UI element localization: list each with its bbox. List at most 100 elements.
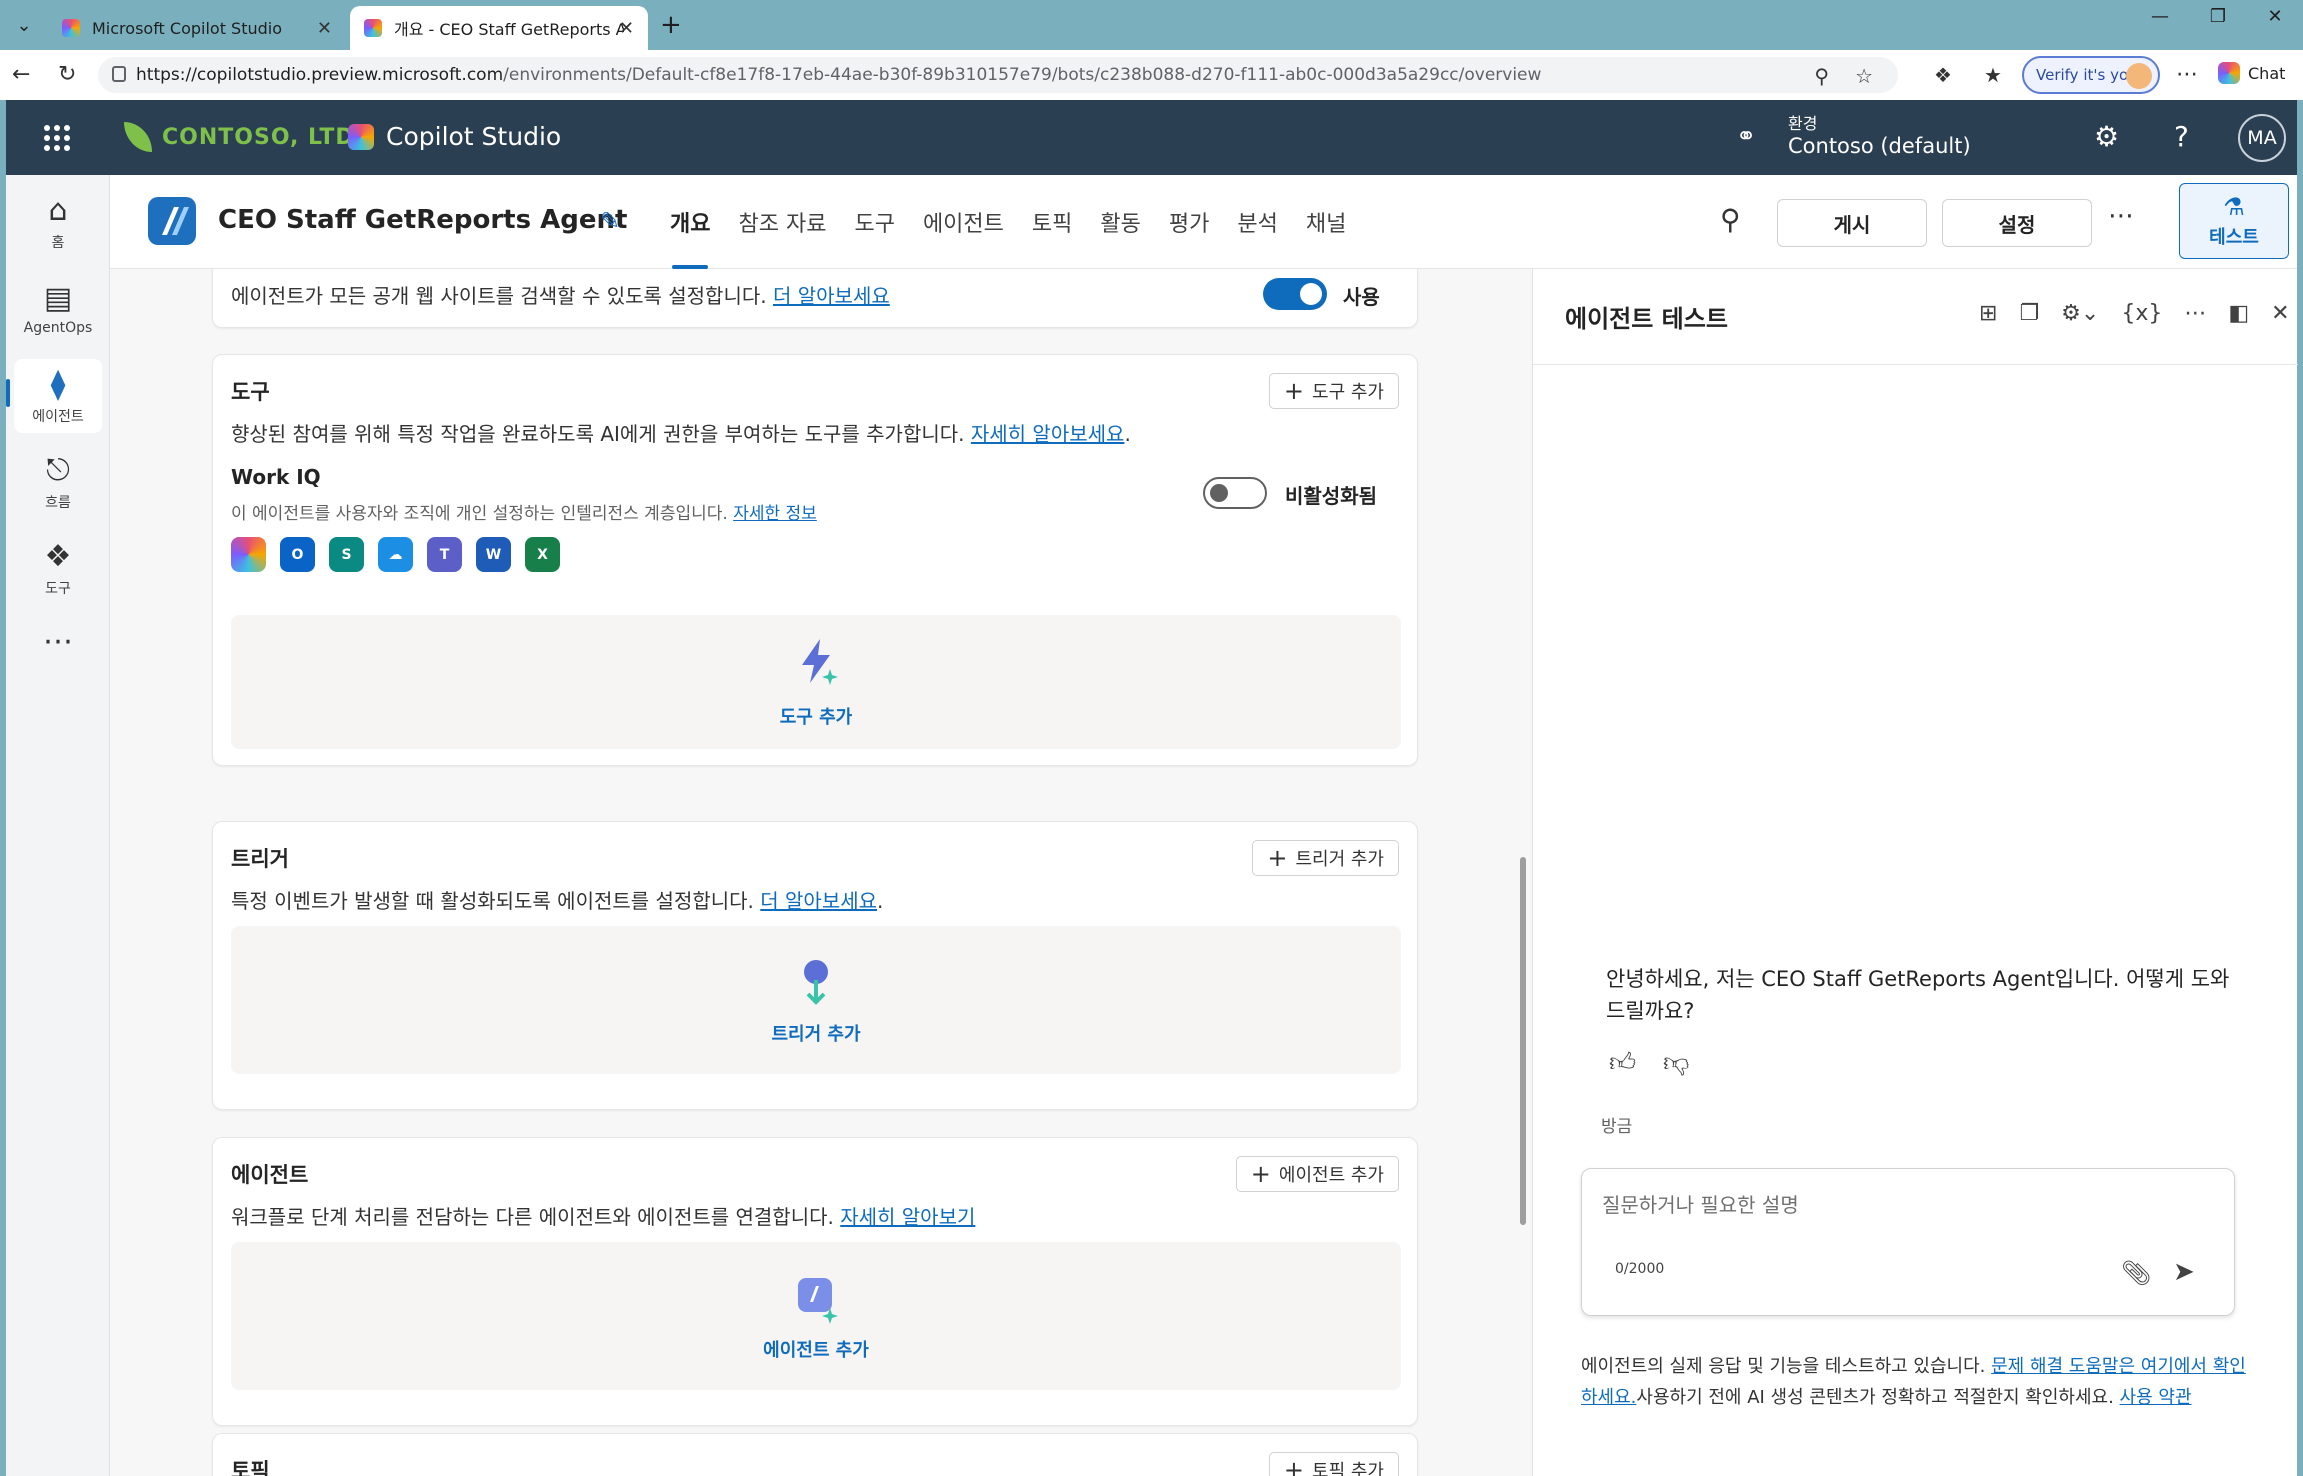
settings-gear-icon[interactable]: ⚙	[2094, 120, 2119, 153]
websearch-learn-more-link[interactable]: 더 알아보세요	[773, 284, 890, 308]
favorite-star-icon[interactable]: ☆	[1855, 64, 1873, 88]
add-topic-button[interactable]: + 토픽 추가	[1268, 1452, 1399, 1476]
tab-activity[interactable]: 활동	[1086, 175, 1154, 269]
tab-analytics[interactable]: 분석	[1223, 175, 1291, 269]
tools-description: 향상된 참여를 위해 특정 작업을 완료하도록 AI에게 권한을 부여하는 도구…	[231, 422, 1131, 446]
browser-more-icon[interactable]: ⋯	[2176, 62, 2198, 87]
reload-icon[interactable]: ↻	[58, 62, 76, 87]
debug-chevron-icon[interactable]: ⚙⌄	[2061, 301, 2099, 326]
browser-tab-overview[interactable]: 개요 - CEO Staff GetReports Agent ✕	[350, 6, 648, 50]
agents-card: 에이전트 + 에이전트 추가 워크플로 단계 처리를 전담하는 다른 에이전트와…	[212, 1137, 1418, 1426]
tab-list-chevron-icon[interactable]: ⌄	[8, 9, 40, 41]
add-trigger-placeholder[interactable]: 트리거 추가	[231, 926, 1401, 1074]
thumbs-down-icon[interactable]: 👎︎	[1663, 1047, 1689, 1078]
outlook-app-icon: O	[280, 537, 315, 572]
test-panel-title: 에이전트 테스트	[1565, 305, 1728, 333]
tab-overview[interactable]: 개요	[656, 175, 724, 269]
websearch-description: 에이전트가 모든 공개 웹 사이트를 검색할 수 있도록 설정합니다. 더 알아…	[231, 280, 890, 309]
main-scrollbar[interactable]	[1520, 857, 1526, 1225]
tab-agents[interactable]: 에이전트	[909, 175, 1018, 269]
copilot-studio-favicon-icon	[62, 19, 80, 37]
workiq-toggle[interactable]	[1203, 477, 1267, 509]
url-host: https://copilotstudio.preview.microsoft.…	[136, 65, 504, 85]
dock-panel-icon[interactable]: ◧	[2228, 301, 2249, 326]
edit-agent-icon[interactable]: ✎	[600, 207, 620, 235]
back-arrow-icon[interactable]: ←	[12, 62, 30, 87]
help-icon[interactable]: ?	[2174, 120, 2189, 153]
rail-item-home[interactable]: ⌂ 홈	[14, 185, 102, 259]
tools-learn-more-link[interactable]: 자세히 알아보세요	[971, 422, 1125, 446]
add-agent-placeholder[interactable]: 에이전트 추가	[231, 1242, 1401, 1390]
search-icon[interactable]: ⚲	[1720, 203, 1741, 236]
add-tool-placeholder[interactable]: 도구 추가	[231, 615, 1401, 749]
rail-item-agents[interactable]: ⧫ 에이전트	[14, 359, 102, 433]
tab-tools[interactable]: 도구	[840, 175, 908, 269]
zoom-icon[interactable]: ⚲	[1814, 64, 1829, 88]
rail-item-label: 홈	[51, 234, 65, 251]
add-agent-button[interactable]: + 에이전트 추가	[1235, 1156, 1399, 1192]
chat-input[interactable]	[1602, 1189, 2202, 1229]
settings-button[interactable]: 설정	[1942, 199, 2092, 247]
tab-knowledge[interactable]: 참조 자료	[724, 175, 840, 269]
copy-conversation-icon[interactable]: ❐	[2019, 301, 2039, 326]
site-info-lock-icon[interactable]	[112, 66, 126, 82]
agents-learn-more-link[interactable]: 자세히 알아보기	[840, 1205, 975, 1229]
add-tool-button[interactable]: + 도구 추가	[1268, 373, 1399, 409]
message-timestamp: 방금	[1601, 1117, 1633, 1137]
new-chat-icon[interactable]: ⊞	[1979, 301, 1997, 326]
send-icon[interactable]: ➤	[2173, 1257, 2195, 1287]
flow-icon: ⎋	[46, 452, 70, 488]
product-title[interactable]: Copilot Studio	[348, 122, 561, 151]
triggers-learn-more-link[interactable]: 더 알아보세요	[760, 889, 877, 913]
panel-more-icon[interactable]: ⋯	[2184, 301, 2206, 326]
variables-icon[interactable]: {x}	[2121, 301, 2162, 326]
tab-topics[interactable]: 토픽	[1018, 175, 1086, 269]
terms-of-use-link[interactable]: 사용 약관	[2120, 1387, 2192, 1408]
tab-evaluation[interactable]: 평가	[1155, 175, 1223, 269]
flask-icon: ⚗	[2223, 193, 2245, 221]
app-launcher-waffle-icon[interactable]	[44, 125, 70, 151]
more-icon: ⋯	[43, 623, 73, 659]
extensions-icon[interactable]: ❖	[1934, 63, 1952, 87]
favorites-icon[interactable]: ★	[1984, 63, 2002, 87]
verify-profile-button[interactable]: Verify it's you	[2022, 56, 2160, 94]
add-tool-label: 도구 추가	[1312, 382, 1384, 403]
trigger-pin-icon	[804, 960, 828, 1005]
rail-item-more[interactable]: ⋯	[14, 621, 102, 665]
test-label: 테스트	[2209, 227, 2259, 248]
copilot-chat-button[interactable]: Chat	[2218, 62, 2285, 84]
add-trigger-button[interactable]: + 트리거 추가	[1252, 840, 1399, 876]
sharepoint-app-icon: S	[329, 537, 364, 572]
user-avatar[interactable]: MA	[2238, 114, 2286, 162]
product-name: Copilot Studio	[386, 122, 562, 151]
test-panel-toolbar: ⊞ ❐ ⚙⌄ {x} ⋯ ◧ ✕	[1979, 301, 2290, 326]
websearch-toggle[interactable]	[1263, 278, 1327, 310]
more-options-icon[interactable]: ⋯	[2108, 201, 2134, 231]
browser-tab-title: 개요 - CEO Staff GetReports Agent	[394, 20, 624, 39]
close-tab-icon[interactable]: ✕	[317, 18, 332, 39]
address-bar[interactable]: https://copilotstudio.preview.microsoft.…	[98, 57, 1898, 93]
excel-app-icon: X	[525, 537, 560, 572]
rail-item-tools[interactable]: ❖ 도구	[14, 531, 102, 605]
close-panel-icon[interactable]: ✕	[2271, 301, 2289, 326]
workiq-desc-text: 이 에이전트를 사용자와 조직에 개인 설정하는 인텔리전스 계층입니다.	[231, 504, 728, 524]
window-close-icon[interactable]: ✕	[2245, 6, 2303, 27]
thumbs-up-icon[interactable]: 👍︎	[1609, 1047, 1636, 1078]
close-tab-icon[interactable]: ✕	[619, 18, 634, 39]
copilot-app-icon	[231, 537, 266, 572]
rail-item-agentops[interactable]: ▤ AgentOps	[14, 271, 102, 345]
add-tool-placeholder-label: 도구 추가	[779, 707, 853, 728]
workiq-more-info-link[interactable]: 자세한 정보	[733, 504, 817, 524]
restore-icon[interactable]: ❐	[2188, 6, 2248, 27]
rail-item-flows[interactable]: ⎋ 흐름	[14, 445, 102, 519]
rail-active-indicator	[6, 379, 10, 407]
new-tab-plus-icon[interactable]: +	[660, 10, 682, 40]
attach-paperclip-icon[interactable]: 📎︎	[2121, 1259, 2151, 1287]
disclaimer-text-2: 사용하기 전에 AI 생성 콘텐츠가 정확하고 적절한지 확인하세요.	[1636, 1387, 2114, 1408]
browser-tab-copilot-studio[interactable]: Microsoft Copilot Studio ✕	[48, 6, 346, 50]
tab-channels[interactable]: 채널	[1292, 175, 1360, 269]
plus-icon: +	[1283, 377, 1305, 405]
publish-button[interactable]: 게시	[1777, 199, 1927, 247]
minimize-icon[interactable]: —	[2130, 6, 2190, 27]
test-button[interactable]: ⚗ 테스트	[2179, 183, 2289, 259]
